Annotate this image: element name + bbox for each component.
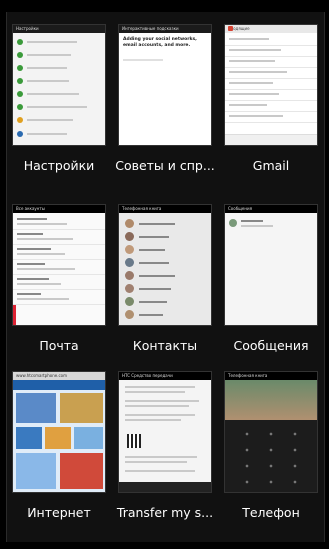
phone-keypad [235, 426, 307, 488]
settings-header: Настройки [13, 25, 105, 33]
gmail-bottom-bar [225, 134, 317, 145]
mail-thumbnail: Все аккаунты [12, 204, 106, 326]
settings-item-icon [17, 52, 23, 58]
gmail-thumbnail: Входящие [224, 24, 318, 146]
contact-avatar [125, 310, 134, 319]
app-card-browser[interactable]: www.htcsmartphone.com Интернет [7, 359, 111, 549]
app-card-transfer[interactable]: HTC Средство передачи Transfer my s... [113, 359, 217, 549]
browser-tile [74, 427, 103, 449]
settings-thumbnail: Настройки [12, 24, 106, 146]
gmail-header: Входящие [225, 25, 317, 33]
app-label-transfer: Transfer my s... [116, 505, 214, 520]
settings-item-icon [17, 39, 23, 45]
browser-banner-image [16, 393, 56, 423]
tips-header: Интерактивные подсказки [119, 25, 211, 33]
browser-thumbnail: www.htcsmartphone.com [12, 371, 106, 493]
contact-avatar [125, 271, 134, 280]
app-card-tips[interactable]: Интерактивные подсказки Adding your soci… [113, 12, 217, 202]
contact-avatar [125, 284, 134, 293]
contact-avatar [125, 232, 134, 241]
app-label-contacts: Контакты [132, 338, 198, 353]
phone-thumbnail: Телефонная книга [224, 371, 318, 493]
tips-thumbnail: Интерактивные подсказки Adding your soci… [118, 24, 212, 146]
contact-avatar [125, 258, 134, 267]
settings-item-icon [17, 65, 23, 71]
settings-item-icon [17, 91, 23, 97]
qr-code-icon [127, 434, 141, 448]
settings-item-icon [17, 78, 23, 84]
app-label-messages: Сообщения [233, 338, 309, 353]
app-card-mail[interactable]: Все аккаунты Почта [7, 192, 111, 382]
app-label-browser: Интернет [27, 505, 91, 520]
tips-heading: Adding your social networks, email accou… [123, 37, 197, 48]
transfer-thumbnail: HTC Средство передачи [118, 371, 212, 493]
message-avatar [229, 219, 237, 227]
mail-header: Все аккаунты [13, 205, 105, 213]
app-label-mail: Почта [39, 338, 79, 353]
browser-tile [16, 453, 56, 489]
app-label-gmail: Gmail [252, 158, 290, 173]
recent-apps-panel: Настройки Настройки Интерактивные подска… [6, 12, 325, 542]
settings-item-icon [17, 131, 23, 137]
contact-avatar [125, 219, 134, 228]
browser-address-bar: www.htcsmartphone.com [13, 372, 105, 380]
contacts-header: Телефонная книга [119, 205, 211, 213]
messages-thumbnail: Сообщения [224, 204, 318, 326]
messages-header: Сообщения [225, 205, 317, 213]
settings-item-icon [17, 104, 23, 110]
browser-tile [45, 427, 71, 449]
browser-banner-image [60, 393, 103, 423]
transfer-header: HTC Средство передачи [119, 372, 211, 380]
phone-header: Телефонная книга [225, 372, 317, 380]
app-card-contacts[interactable]: Телефонная книга Контакты [113, 192, 217, 382]
mail-accent-bar [13, 305, 16, 325]
phone-contact-photo [225, 380, 317, 420]
app-label-phone: Телефон [242, 505, 300, 520]
contacts-thumbnail: Телефонная книга [118, 204, 212, 326]
browser-tile [16, 427, 42, 449]
transfer-bottom-bar [119, 482, 211, 492]
app-label-settings: Настройки [23, 158, 95, 173]
contact-avatar [125, 297, 134, 306]
gmail-logo-icon [228, 26, 233, 31]
app-card-phone[interactable]: Телефонная книга Телефон [219, 359, 323, 549]
app-card-gmail[interactable]: Входящие Gmail [219, 12, 323, 202]
browser-tile [60, 453, 103, 489]
settings-item-icon [17, 117, 23, 123]
contact-avatar [125, 245, 134, 254]
browser-site-header [13, 380, 105, 390]
app-card-messages[interactable]: Сообщения Сообщения [219, 192, 323, 382]
app-card-settings[interactable]: Настройки Настройки [7, 12, 111, 202]
app-label-tips: Советы и спр... [115, 158, 215, 173]
